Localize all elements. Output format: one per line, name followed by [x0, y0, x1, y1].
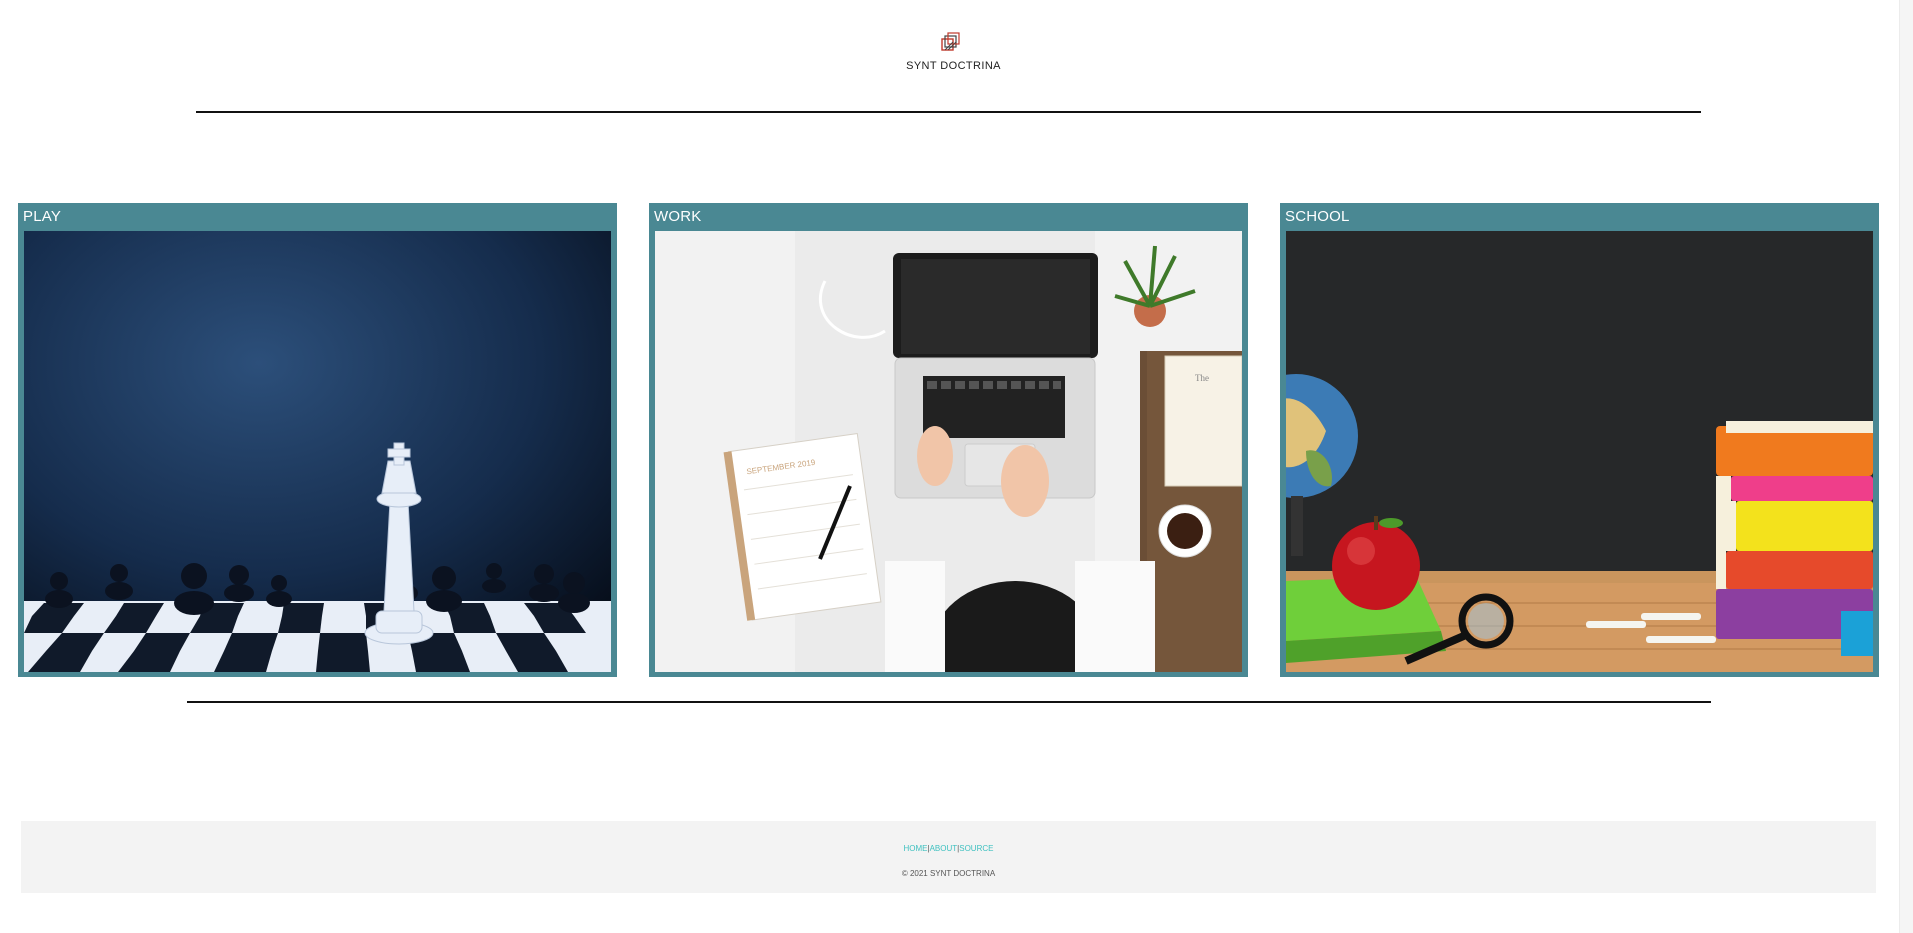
card-school[interactable]: SCHOOL: [1280, 203, 1879, 677]
copyright-text: © 2021 SYNT DOCTRINA: [901, 869, 996, 878]
card-work[interactable]: WORK The SEPTEMBER 2019: [649, 203, 1248, 677]
header-divider: [196, 111, 1701, 113]
card-play-label: PLAY: [23, 208, 62, 225]
laptop-desk-photo: The SEPTEMBER 2019: [655, 231, 1242, 672]
site-footer: HOME|ABOUT|SOURCE © 2021 SYNT DOCTRINA: [21, 821, 1876, 893]
chalkboard-apple-books-photo: [1286, 231, 1873, 672]
laptop-desk-image[interactable]: The SEPTEMBER 2019: [655, 231, 1242, 672]
stacked-squares-logo-icon[interactable]: [939, 31, 963, 55]
site-brand-title[interactable]: SYNT DOCTRINA: [852, 60, 1055, 72]
footer-link-source[interactable]: SOURCE: [959, 844, 993, 853]
footer-nav: HOME|ABOUT|SOURCE: [21, 844, 1876, 853]
svg-text:The: The: [1195, 373, 1209, 383]
card-work-label: WORK: [654, 208, 702, 225]
footer-link-home[interactable]: HOME: [904, 844, 928, 853]
content-divider: [187, 701, 1711, 703]
card-school-label: SCHOOL: [1285, 208, 1350, 225]
page-scrollbar[interactable]: [1899, 0, 1913, 933]
chalkboard-image[interactable]: [1286, 231, 1873, 672]
footer-link-about[interactable]: ABOUT: [930, 844, 958, 853]
chess-king-image[interactable]: [24, 231, 611, 672]
chess-king-photo: [24, 231, 611, 672]
card-play[interactable]: PLAY: [18, 203, 617, 677]
